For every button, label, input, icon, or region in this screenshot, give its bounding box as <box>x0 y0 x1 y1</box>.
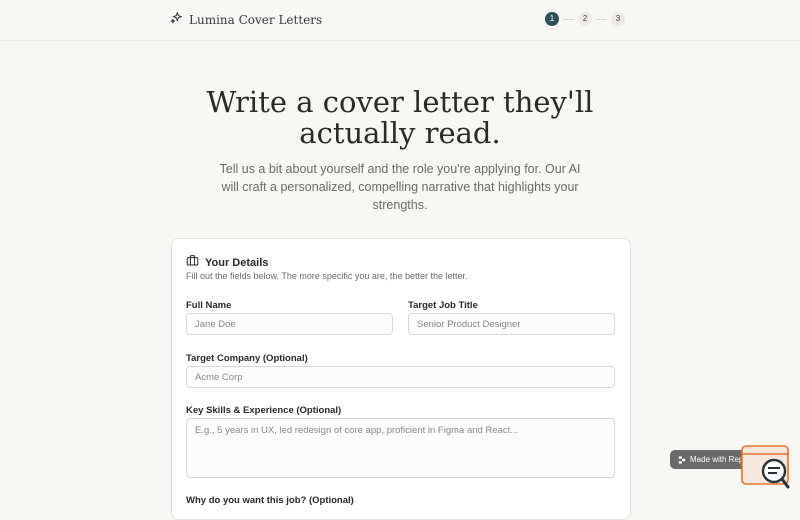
step-3[interactable]: 3 <box>611 12 625 26</box>
step-separator <box>563 18 574 20</box>
chat-search-icon <box>741 445 790 489</box>
card-title: Your Details <box>205 257 269 269</box>
chat-widget-button[interactable] <box>741 445 791 490</box>
step-indicator: 1 2 3 <box>545 12 625 26</box>
full-name-label: Full Name <box>186 300 232 311</box>
briefcase-icon <box>186 254 199 272</box>
full-name-input[interactable] <box>186 313 393 335</box>
card-header: Your Details <box>186 254 268 272</box>
brand-logo[interactable]: Lumina Cover Letters <box>170 11 322 29</box>
job-title-label: Target Job Title <box>408 300 478 311</box>
skills-textarea[interactable] <box>186 418 615 478</box>
company-label: Target Company (Optional) <box>186 353 308 364</box>
page-title: Write a cover letter they'll actually re… <box>206 85 594 150</box>
step-1[interactable]: 1 <box>545 12 559 26</box>
replit-icon <box>678 451 686 469</box>
page-subtitle: Tell us a bit about yourself and the rol… <box>219 162 581 212</box>
why-label: Why do you want this job? (Optional) <box>186 495 354 506</box>
top-bar: Lumina Cover Letters 1 2 3 <box>0 0 800 41</box>
sparkles-icon <box>170 11 183 29</box>
step-separator <box>596 18 607 20</box>
card-description: Fill out the fields below. The more spec… <box>186 271 468 281</box>
step-2[interactable]: 2 <box>578 12 592 26</box>
skills-label: Key Skills & Experience (Optional) <box>186 405 342 416</box>
details-card: Your Details Fill out the fields below. … <box>171 238 631 520</box>
company-input[interactable] <box>186 366 615 388</box>
brand-name: Lumina Cover Letters <box>189 13 323 27</box>
job-title-input[interactable] <box>408 313 615 335</box>
